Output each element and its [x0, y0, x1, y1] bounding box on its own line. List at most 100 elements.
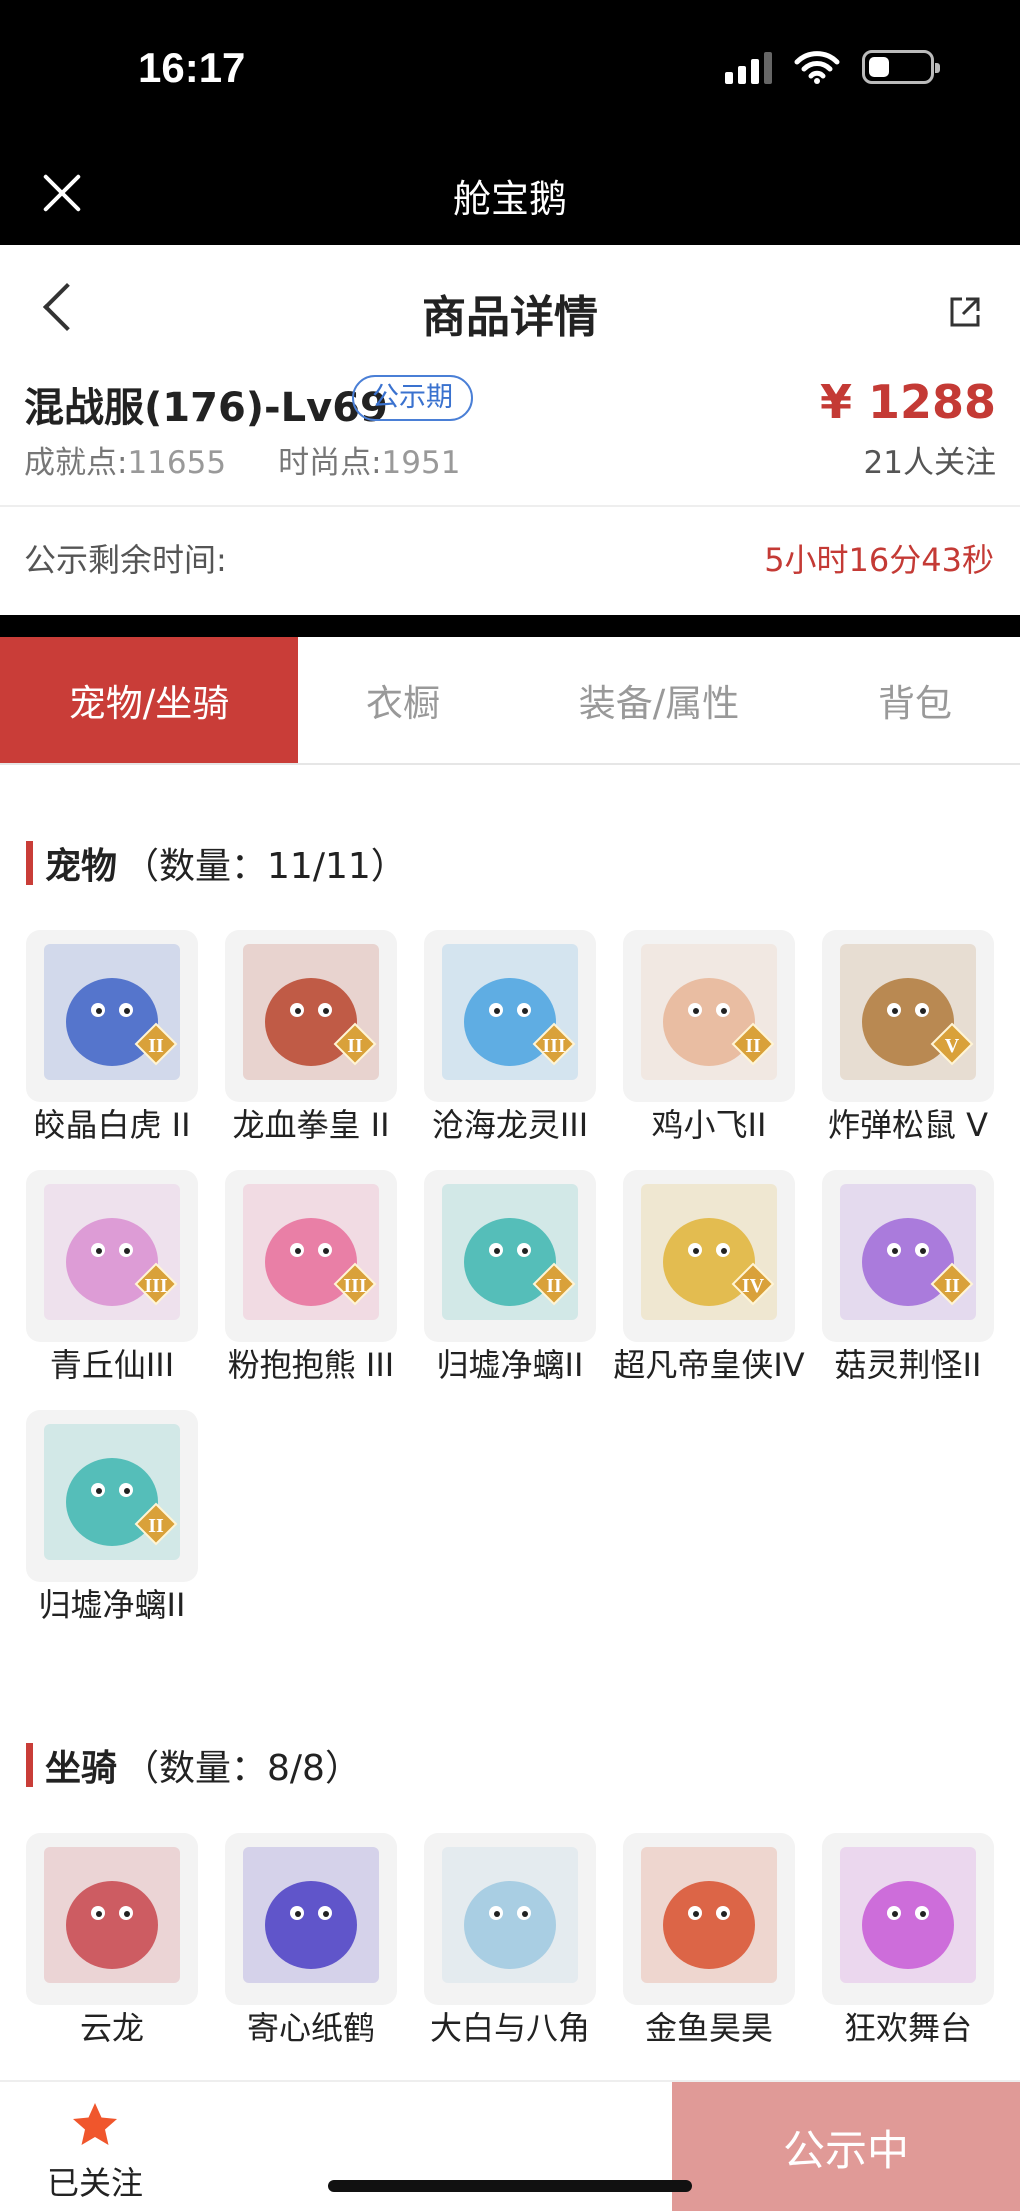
- pet-thumbnail: II: [623, 930, 795, 1102]
- price: ¥ 1288: [819, 375, 996, 429]
- pet-name: 炸弹松鼠 V: [827, 1106, 989, 1144]
- mount-name: 寄心纸鹤: [246, 2009, 375, 2047]
- mount-thumbnail: [822, 1833, 994, 2005]
- svg-text:II: II: [745, 1035, 761, 1057]
- pet-image: III: [44, 1184, 180, 1320]
- pet-name: 青丘仙III: [49, 1346, 175, 1384]
- pet-thumbnail: IV: [623, 1170, 795, 1342]
- section-marker: [26, 841, 33, 885]
- section-count: （数量：8/8）: [123, 1748, 361, 1789]
- fashion-value: 1951: [381, 445, 461, 481]
- home-indicator: [328, 2180, 692, 2192]
- svg-text:III: III: [144, 1275, 168, 1297]
- mount-name: 狂欢舞台: [843, 2009, 972, 2047]
- app-title: 舱宝鹅: [452, 177, 567, 221]
- svg-text:II: II: [347, 1035, 363, 1057]
- pet-image: II: [44, 944, 180, 1080]
- pet-image: V: [840, 944, 976, 1080]
- tab-equipment[interactable]: 装备/属性: [508, 637, 810, 763]
- pet-item[interactable]: V 炸弹松鼠 V: [822, 930, 994, 1146]
- signal-icon: [725, 50, 772, 84]
- fashion-label: 时尚点:: [278, 445, 382, 481]
- pet-image: II: [442, 1184, 578, 1320]
- mount-item[interactable]: 狂欢舞台: [822, 1833, 994, 2049]
- countdown-value: 5小时16分43秒: [764, 541, 994, 579]
- follower-count: 21人关注: [863, 445, 996, 481]
- pet-item[interactable]: II 龙血拳皇 II: [225, 930, 397, 1146]
- achievement-value: 11655: [127, 445, 227, 481]
- mount-thumbnail: [424, 1833, 596, 2005]
- pet-image: II: [44, 1424, 180, 1560]
- section-marker: [26, 1743, 33, 1787]
- pet-thumbnail: II: [424, 1170, 596, 1342]
- pet-name: 沧海龙灵III: [431, 1106, 589, 1144]
- wifi-icon: [794, 51, 840, 84]
- svg-text:II: II: [944, 1275, 960, 1297]
- star-icon: [73, 2103, 117, 2145]
- status-icons: [725, 50, 940, 84]
- pet-name: 皎晶白虎 II: [33, 1106, 191, 1144]
- pet-thumbnail: II: [822, 1170, 994, 1342]
- pet-image: II: [840, 1184, 976, 1320]
- mount-item[interactable]: 云龙: [26, 1833, 198, 2049]
- mount-item[interactable]: 金鱼昊昊: [623, 1833, 795, 2049]
- countdown-label: 公示剩余时间:: [24, 541, 227, 579]
- pet-item[interactable]: IV 超凡帝皇侠IV: [613, 1170, 805, 1386]
- svg-text:III: III: [542, 1035, 566, 1057]
- product-summary: 混战服(176)-Lv69 公示期 成就点:11655 时尚点:1951 ¥ 12…: [0, 375, 1020, 505]
- pet-name: 归墟净螭II: [38, 1586, 186, 1624]
- tab-backpack[interactable]: 背包: [810, 637, 1020, 763]
- pet-item[interactable]: III 粉抱抱熊 III: [225, 1170, 397, 1386]
- app-bar: 舱宝鹅: [0, 140, 1020, 245]
- section-title: 坐骑: [45, 1748, 118, 1789]
- mount-name: 云龙: [79, 2009, 144, 2047]
- page-title: 商品详情: [422, 292, 598, 343]
- battery-icon: [862, 50, 940, 84]
- pet-item[interactable]: II 归墟净螭II: [26, 1410, 198, 1626]
- pet-name: 鸡小飞II: [651, 1106, 767, 1144]
- mount-thumbnail: [623, 1833, 795, 2005]
- pet-name: 粉抱抱熊 III: [227, 1346, 395, 1384]
- pet-name: 超凡帝皇侠IV: [613, 1346, 805, 1384]
- pet-name: 归墟净螭II: [436, 1346, 584, 1384]
- mount-image: [641, 1847, 777, 1983]
- mounts-section-header: 坐骑 （数量：8/8）: [26, 1740, 361, 1790]
- page-header: 商品详情: [0, 245, 1020, 375]
- mount-name: 金鱼昊昊: [644, 2009, 773, 2047]
- pet-item[interactable]: III 青丘仙III: [26, 1170, 198, 1386]
- pet-item[interactable]: II 归墟净螭II: [424, 1170, 596, 1386]
- pet-thumbnail: III: [26, 1170, 198, 1342]
- tab-pets-mounts[interactable]: 宠物/坐骑: [0, 637, 298, 763]
- countdown: 公示剩余时间: 5小时16分43秒: [0, 507, 1020, 615]
- pet-name: 菇灵荆怪II: [834, 1346, 982, 1384]
- pet-item[interactable]: II 菇灵荆怪II: [822, 1170, 994, 1386]
- mount-image: [243, 1847, 379, 1983]
- status-time: 16:17: [138, 44, 246, 91]
- mount-thumbnail: [26, 1833, 198, 2005]
- share-icon[interactable]: [948, 295, 982, 329]
- pet-thumbnail: III: [424, 930, 596, 1102]
- tab-bar: 宠物/坐骑 衣橱 装备/属性 背包: [0, 637, 1020, 765]
- svg-text:V: V: [945, 1035, 960, 1057]
- mount-item[interactable]: 大白与八角: [424, 1833, 596, 2049]
- follow-label: 已关注: [46, 2164, 143, 2202]
- mount-image: [840, 1847, 976, 1983]
- pet-item[interactable]: II 鸡小飞II: [623, 930, 795, 1146]
- pet-item[interactable]: II 皎晶白虎 II: [26, 930, 198, 1146]
- battery-level: [869, 57, 889, 77]
- svg-text:IV: IV: [742, 1275, 765, 1297]
- follow-button[interactable]: 已关注: [0, 2082, 190, 2211]
- mount-image: [44, 1847, 180, 1983]
- product-name: 混战服(176)-Lv69: [24, 385, 388, 431]
- pet-thumbnail: V: [822, 930, 994, 1102]
- status-button[interactable]: 公示中: [672, 2082, 1020, 2211]
- mount-name: 大白与八角: [429, 2009, 590, 2047]
- svg-text:II: II: [148, 1515, 164, 1537]
- pet-item[interactable]: III 沧海龙灵III: [424, 930, 596, 1146]
- mount-item[interactable]: 寄心纸鹤: [225, 1833, 397, 2049]
- svg-text:III: III: [343, 1275, 367, 1297]
- section-title: 宠物: [45, 846, 118, 887]
- tab-wardrobe[interactable]: 衣橱: [298, 637, 508, 763]
- product-stats: 成就点:11655 时尚点:1951: [24, 437, 460, 482]
- pet-name: 龙血拳皇 II: [232, 1106, 390, 1144]
